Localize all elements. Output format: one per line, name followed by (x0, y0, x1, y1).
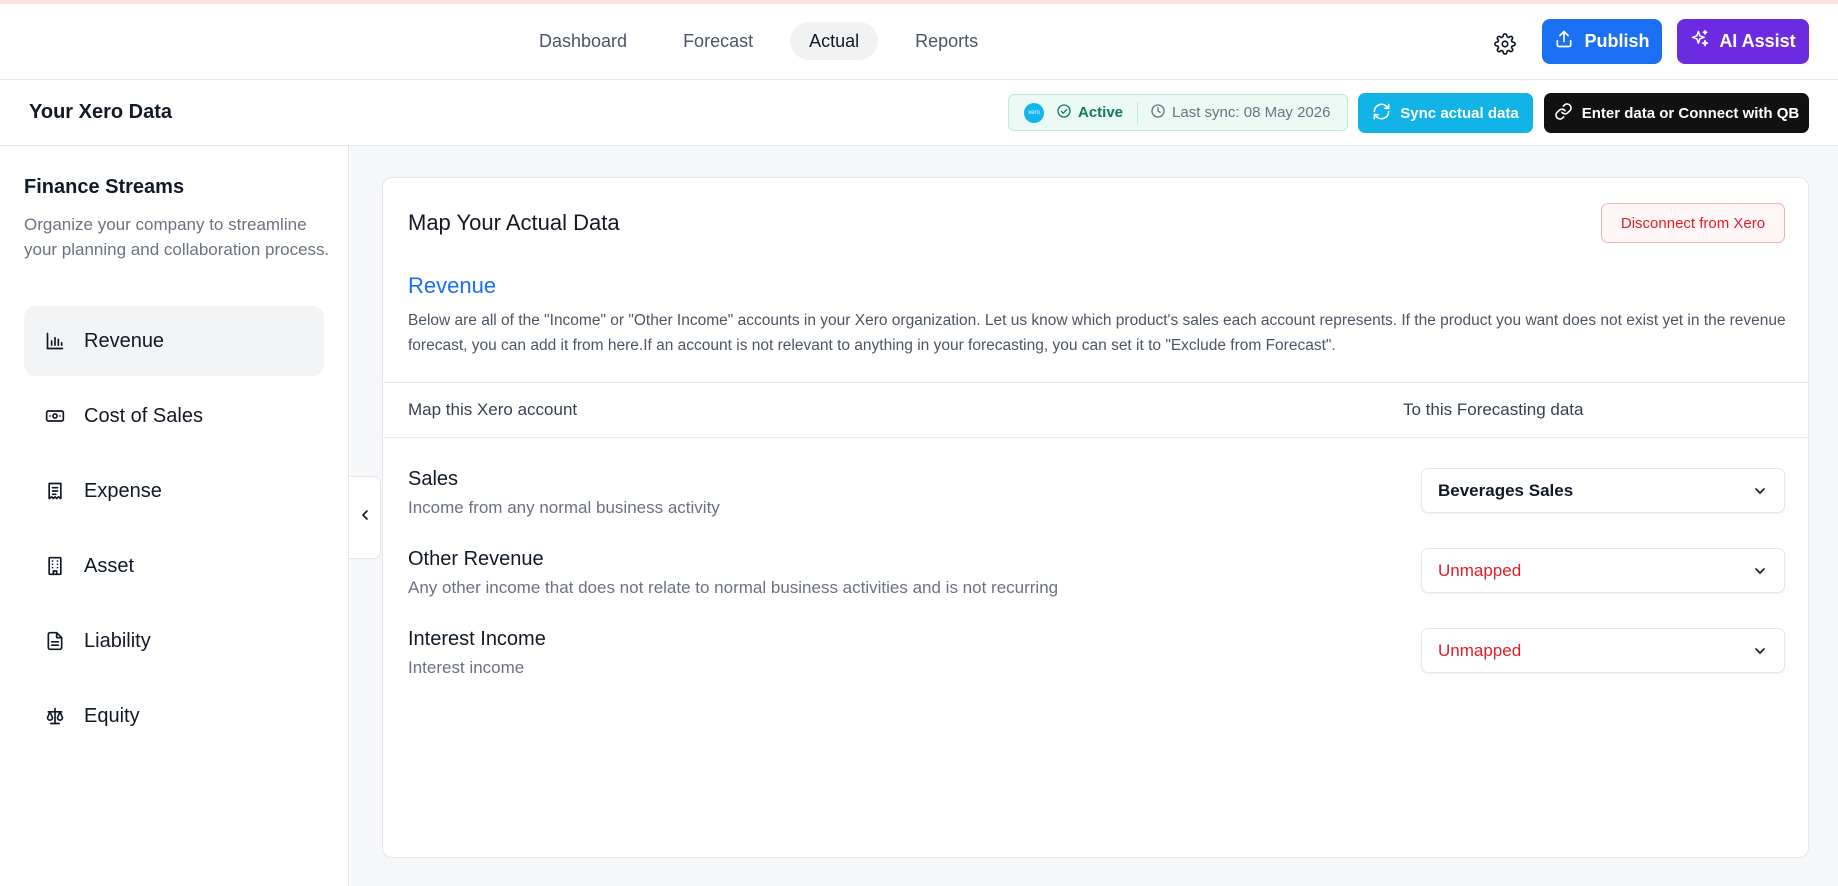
column-header-xero-account: Map this Xero account (408, 400, 578, 419)
scale-icon (44, 705, 66, 727)
receipt-icon (44, 480, 66, 502)
mapping-select[interactable]: Unmapped (1421, 628, 1785, 673)
disconnect-xero-button[interactable]: Disconnect from Xero (1601, 203, 1785, 243)
refresh-icon (1372, 102, 1391, 125)
building-icon (44, 555, 66, 577)
main-tabs: Dashboard Forecast Actual Reports (520, 22, 997, 60)
clock-icon (1150, 103, 1166, 123)
sidebar-item-liability[interactable]: Liability (24, 606, 324, 676)
ai-assist-button[interactable]: AI Assist (1677, 19, 1809, 64)
publish-button[interactable]: Publish (1542, 19, 1662, 64)
sub-header: Your Xero Data xero Active Last sync: 08… (0, 80, 1838, 146)
table-row: Sales Income from any normal business ac… (383, 468, 1808, 538)
banknote-icon (44, 405, 66, 427)
tab-actual[interactable]: Actual (790, 22, 879, 60)
connect-data-button[interactable]: Enter data or Connect with QB (1544, 93, 1809, 133)
sidebar-description: Organize your company to streamline your… (24, 215, 330, 259)
bar-chart-icon (44, 330, 66, 352)
mapping-card: Map Your Actual Data Disconnect from Xer… (382, 177, 1809, 858)
table-header: Map this Xero account To this Forecastin… (383, 382, 1808, 438)
sidebar-item-label: Equity (84, 704, 140, 727)
table-row: Interest Income Interest income Unmapped (383, 628, 1808, 698)
sparkle-icon (1690, 29, 1710, 54)
tab-forecast[interactable]: Forecast (664, 22, 772, 60)
connect-label: Enter data or Connect with QB (1581, 104, 1800, 122)
tab-dashboard[interactable]: Dashboard (520, 22, 646, 60)
status-badge: Active (1056, 101, 1139, 124)
sync-actual-data-button[interactable]: Sync actual data (1358, 93, 1533, 133)
section-title: Revenue (408, 273, 497, 298)
chevron-down-icon (1752, 563, 1768, 584)
table-row: Other Revenue Any other income that does… (383, 548, 1808, 618)
link-icon (1554, 102, 1573, 125)
sidebar-item-asset[interactable]: Asset (24, 531, 324, 601)
column-header-forecast-data: To this Forecasting data (1403, 400, 1584, 419)
tab-reports[interactable]: Reports (896, 22, 997, 60)
status-text: Active (1078, 104, 1124, 121)
sidebar-item-cost-of-sales[interactable]: Cost of Sales (24, 381, 324, 451)
sync-label: Sync actual data (1400, 104, 1519, 122)
sidebar-item-equity[interactable]: Equity (24, 681, 324, 751)
account-name: Other Revenue (408, 548, 544, 570)
sidebar-item-label: Asset (84, 554, 135, 577)
settings-gear-icon[interactable] (1491, 30, 1519, 58)
mapping-value: Unmapped (1438, 560, 1522, 580)
account-name: Interest Income (408, 628, 546, 650)
sidebar-item-revenue[interactable]: Revenue (24, 306, 324, 376)
page-title: Your Xero Data (29, 101, 172, 123)
section-description: Below are all of the "Income" or "Other … (408, 312, 1786, 354)
ai-assist-label: AI Assist (1719, 31, 1796, 51)
connection-status: xero Active Last sync: 08 May 2026 (1008, 94, 1348, 131)
upload-icon (1554, 29, 1574, 54)
sidebar-item-expense[interactable]: Expense (24, 456, 324, 526)
sidebar-item-label: Expense (84, 479, 162, 502)
chevron-left-icon (357, 507, 373, 528)
mapping-value: Beverages Sales (1438, 480, 1574, 500)
last-sync-text: Last sync: 08 May 2026 (1172, 104, 1331, 121)
collapse-sidebar-button[interactable] (349, 476, 381, 559)
mapping-select[interactable]: Beverages Sales (1421, 468, 1785, 513)
account-description: Income from any normal business activity (408, 498, 720, 517)
account-description: Any other income that does not relate to… (408, 578, 1059, 597)
top-nav: Dashboard Forecast Actual Reports Publis… (0, 4, 1838, 80)
chevron-down-icon (1752, 643, 1768, 664)
publish-label: Publish (1584, 31, 1650, 51)
xero-logo: xero (1024, 102, 1044, 123)
sidebar-item-label: Cost of Sales (84, 404, 203, 427)
check-circle-icon (1056, 103, 1072, 123)
sidebar-item-label: Liability (84, 629, 151, 652)
card-title: Map Your Actual Data (408, 210, 620, 235)
document-icon (44, 630, 66, 652)
mapping-select[interactable]: Unmapped (1421, 548, 1785, 593)
account-name: Sales (408, 468, 459, 490)
mapping-value: Unmapped (1438, 640, 1522, 660)
last-sync: Last sync: 08 May 2026 (1150, 103, 1330, 123)
sidebar-item-label: Revenue (84, 329, 165, 352)
sidebar: Finance Streams Organize your company to… (0, 146, 349, 886)
account-description: Interest income (408, 658, 525, 677)
chevron-down-icon (1752, 483, 1768, 504)
sidebar-title: Finance Streams (24, 176, 185, 198)
